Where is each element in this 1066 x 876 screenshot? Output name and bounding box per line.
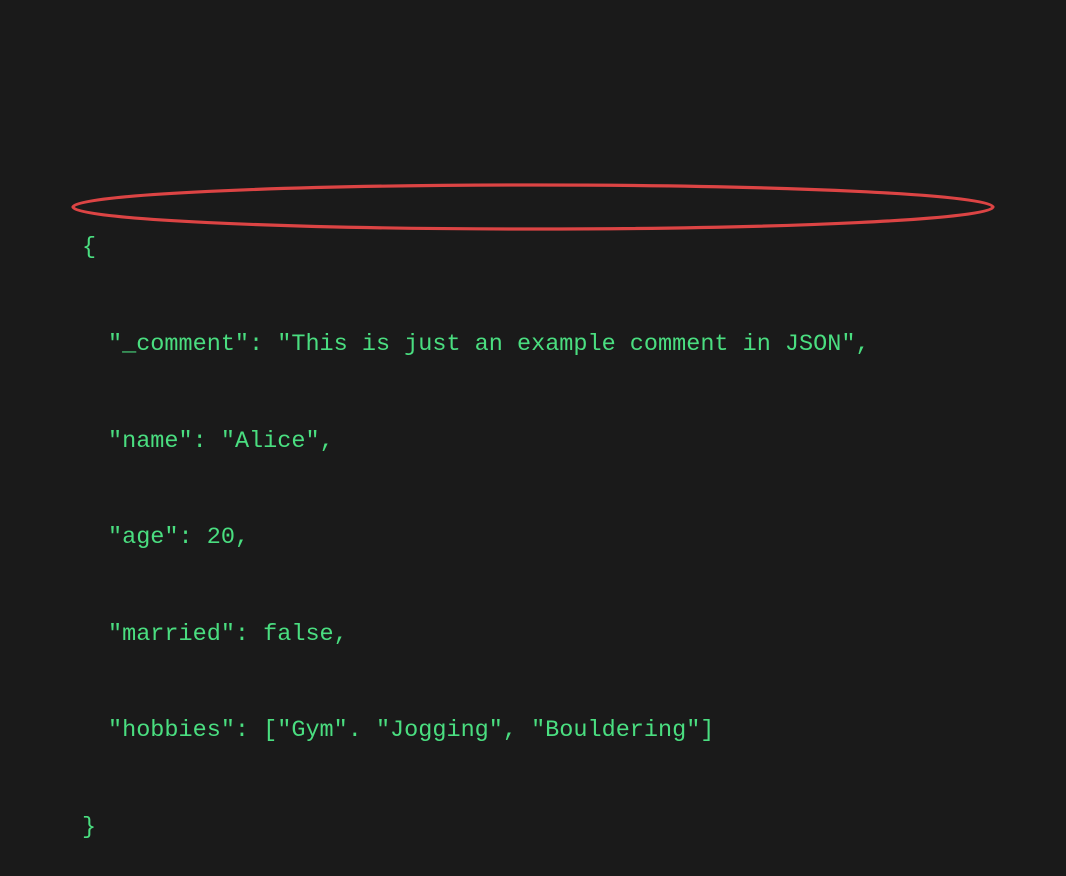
code-line-age: "age": 20, [82,522,870,554]
brace-open: { [82,232,870,264]
code-block: { "_comment": "This is just an example c… [82,168,870,876]
code-line-comment: "_comment": "This is just an example com… [82,329,870,361]
code-line-hobbies: "hobbies": ["Gym". "Jogging", "Boulderin… [82,715,870,747]
brace-close: } [82,812,870,844]
code-line-married: "married": false, [82,619,870,651]
code-line-name: "name": "Alice", [82,426,870,458]
